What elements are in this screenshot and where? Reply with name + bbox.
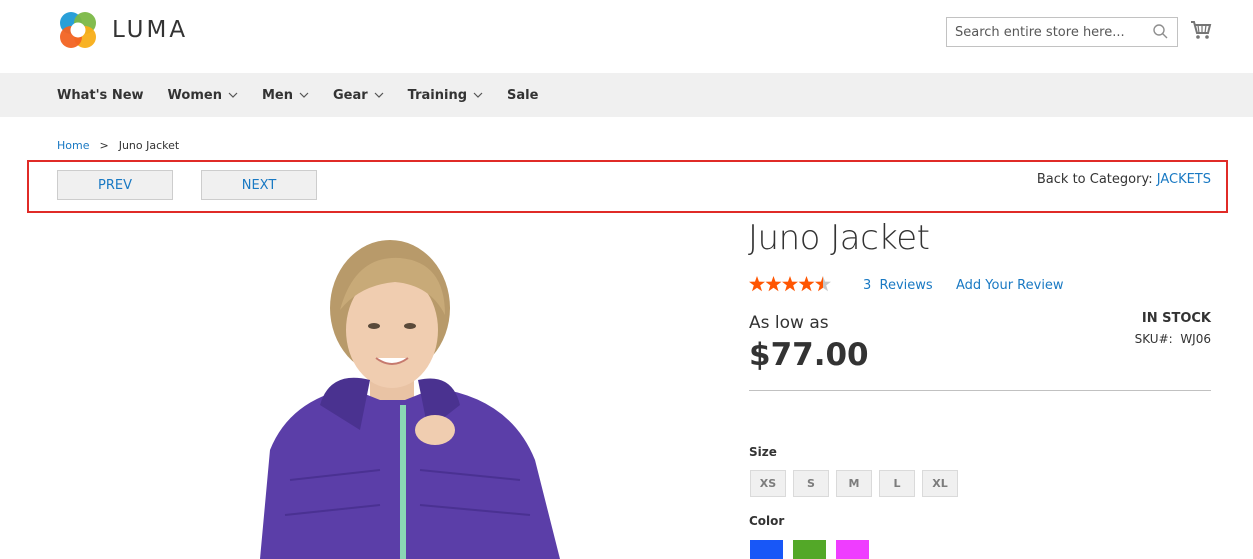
color-swatch-blue[interactable] [750,540,783,559]
chevron-down-icon [374,92,384,98]
color-options [750,540,879,559]
reviews-link[interactable]: 3 Reviews [863,278,933,293]
color-label: Color [749,514,785,528]
chevron-down-icon [299,92,309,98]
logo-text: LUMA [112,17,189,43]
color-swatch-purple[interactable] [836,540,869,559]
breadcrumb-current: Juno Jacket [118,139,180,152]
size-option-xl[interactable]: XL [922,470,958,497]
sku: SKU#: WJ06 [1135,332,1211,346]
size-option-s[interactable]: S [793,470,829,497]
search-box [946,17,1178,47]
luma-logo-icon [57,9,99,51]
search-input[interactable] [947,18,1147,46]
product-title: Juno Jacket [748,218,930,258]
stock-status: IN STOCK [1141,311,1211,326]
nav-men[interactable]: Men [262,88,309,103]
reviews-count: 3 [863,278,872,293]
logo[interactable]: LUMA [57,9,188,51]
size-label: Size [749,445,777,459]
cart-icon[interactable] [1190,20,1212,44]
nav-whats-new[interactable]: What's New [57,88,144,103]
breadcrumb-separator: > [99,139,109,152]
back-to-category-label: Back to Category: [1036,172,1153,187]
add-review-link[interactable]: Add Your Review [956,278,1064,293]
nav-gear[interactable]: Gear [333,88,384,103]
search-icon[interactable] [1153,24,1168,43]
size-option-l[interactable]: L [879,470,915,497]
size-option-xs[interactable]: XS [750,470,786,497]
color-swatch-green[interactable] [793,540,826,559]
chevron-down-icon [473,92,483,98]
size-options: XS S M L XL [750,470,965,497]
chevron-down-icon [228,92,238,98]
sku-label: SKU#: [1134,332,1173,346]
size-option-m[interactable]: M [836,470,872,497]
nav-training[interactable]: Training [408,88,483,103]
back-to-category: Back to Category: JACKETS [1037,172,1211,187]
prev-button[interactable]: PREV [57,170,173,200]
price-prefix: As low as [749,313,829,333]
main-nav: What's New Women Men Gear Training Sale [0,73,1253,117]
next-button[interactable]: NEXT [201,170,317,200]
reviews-label: Reviews [879,278,933,293]
product-image[interactable] [230,230,570,559]
product-price: $77.00 [749,337,869,373]
divider [749,390,1211,391]
nav-sale[interactable]: Sale [507,88,538,103]
breadcrumb-home[interactable]: Home [57,139,89,152]
breadcrumb: Home > Juno Jacket [57,139,179,152]
back-to-category-link[interactable]: JACKETS [1157,172,1211,187]
nav-women[interactable]: Women [168,88,238,103]
rating-stars [749,276,831,292]
sku-value: WJ06 [1180,332,1211,346]
